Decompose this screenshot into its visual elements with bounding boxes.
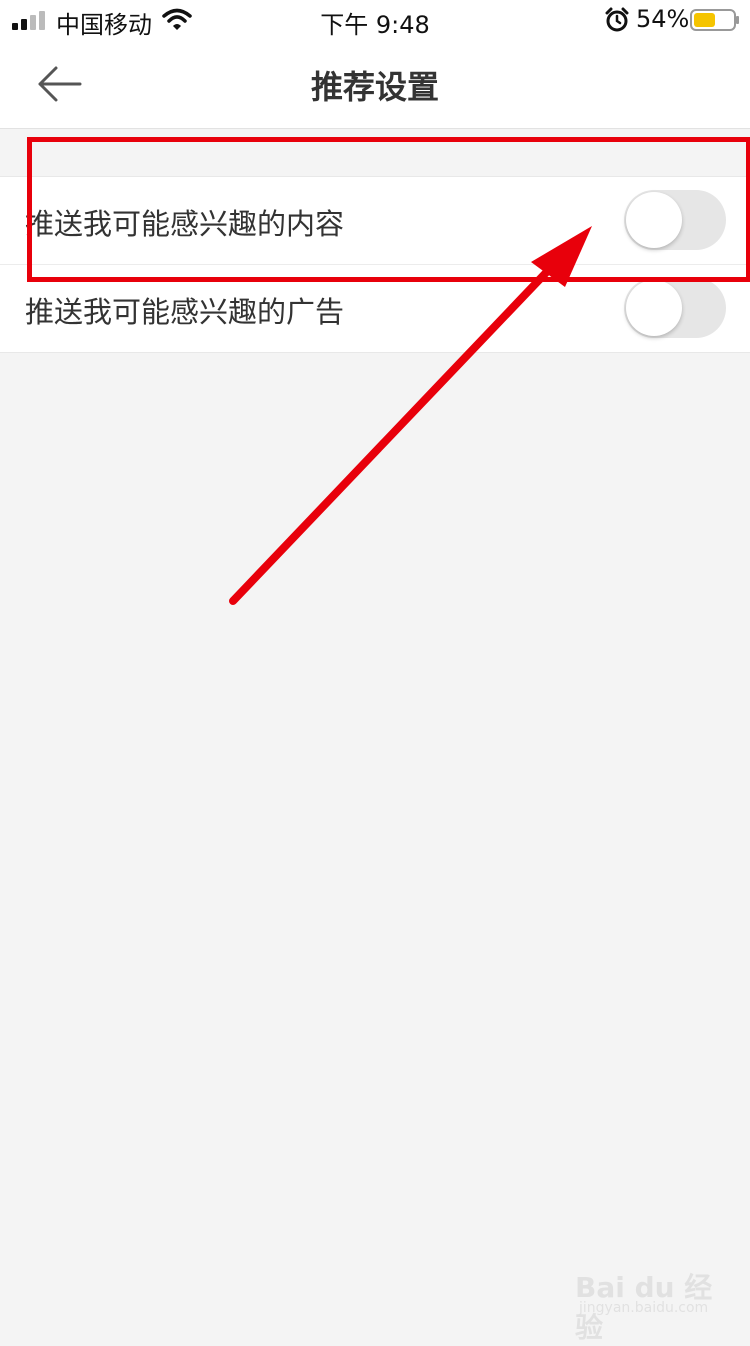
watermark-site: jingyan.baidu.com [579,1300,709,1316]
battery-percent: 54% [636,5,690,33]
status-bar: 中国移动 下午 9:48 54% [0,0,750,40]
battery-icon [690,9,739,31]
setting-label: 推送我可能感兴趣的广告 [25,295,345,329]
toggle-knob [626,280,682,336]
alarm-icon [605,7,629,32]
watermark: Bai du 经验 jingyan.baidu.com [575,1262,725,1344]
page-title: 推荐设置 [310,68,439,106]
annotation-highlight-box [27,137,750,282]
interest-ads-toggle[interactable] [624,278,726,338]
navigation-bar: 推荐设置 [0,40,750,129]
